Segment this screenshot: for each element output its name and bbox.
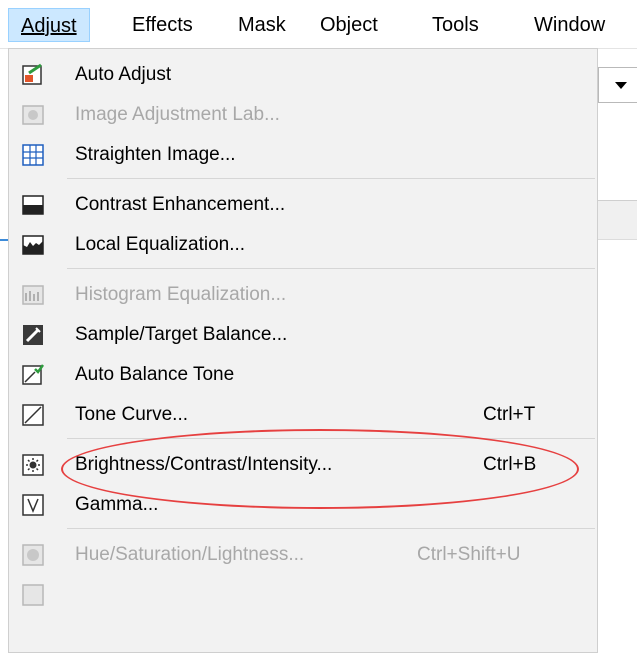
menu-item-image-adjustment-lab: Image Adjustment Lab... (9, 95, 597, 135)
sample-target-balance-icon (23, 325, 43, 345)
hue-saturation-icon (22, 544, 44, 566)
menu-separator (67, 268, 595, 269)
menu-item-histogram-equalization: Histogram Equalization... (9, 275, 597, 315)
menu-item-auto-adjust[interactable]: Auto Adjust (9, 55, 597, 95)
menu-effects[interactable]: Effects (120, 8, 205, 42)
background-panel-strip (598, 200, 637, 240)
auto-balance-tone-icon (22, 364, 45, 385)
background-dropdown[interactable] (598, 67, 637, 103)
menu-item-auto-balance-tone[interactable]: Auto Balance Tone (9, 355, 597, 395)
menu-object[interactable]: Object (308, 8, 390, 42)
menu-separator (67, 528, 595, 529)
contrast-enhancement-icon (22, 195, 44, 215)
menu-tools[interactable]: Tools (420, 8, 491, 42)
menu-item-hue-saturation-lightness: Hue/Saturation/Lightness... Ctrl+Shift+U (9, 535, 597, 575)
menu-item-contrast-enhancement[interactable]: Contrast Enhancement... (9, 185, 597, 225)
annotation-ellipse (61, 429, 579, 509)
gamma-icon (22, 494, 44, 516)
menu-adjust[interactable]: Adjust (8, 8, 90, 42)
local-equalization-icon (22, 235, 44, 255)
menu-separator (67, 178, 595, 179)
menu-item-straighten-image[interactable]: Straighten Image... (9, 135, 597, 175)
straighten-image-icon (22, 144, 44, 166)
image-adjustment-lab-icon (22, 105, 44, 125)
chevron-down-icon (615, 82, 627, 89)
brightness-contrast-icon (22, 454, 44, 476)
menu-bar: Adjust Effects Mask Object Tools Window (0, 0, 637, 49)
auto-adjust-icon (22, 63, 42, 85)
tone-curve-icon (22, 404, 44, 426)
menu-item-local-equalization[interactable]: Local Equalization... (9, 225, 597, 265)
adjust-dropdown-menu: Auto Adjust Image Adjustment Lab... Stra… (8, 48, 598, 653)
histogram-equalization-icon (22, 285, 44, 305)
menu-window[interactable]: Window (522, 8, 617, 42)
partial-icon (22, 584, 44, 606)
menu-item-sample-target-balance[interactable]: Sample/Target Balance... (9, 315, 597, 355)
menu-mask[interactable]: Mask (226, 8, 298, 42)
menu-item-partial (9, 575, 597, 615)
